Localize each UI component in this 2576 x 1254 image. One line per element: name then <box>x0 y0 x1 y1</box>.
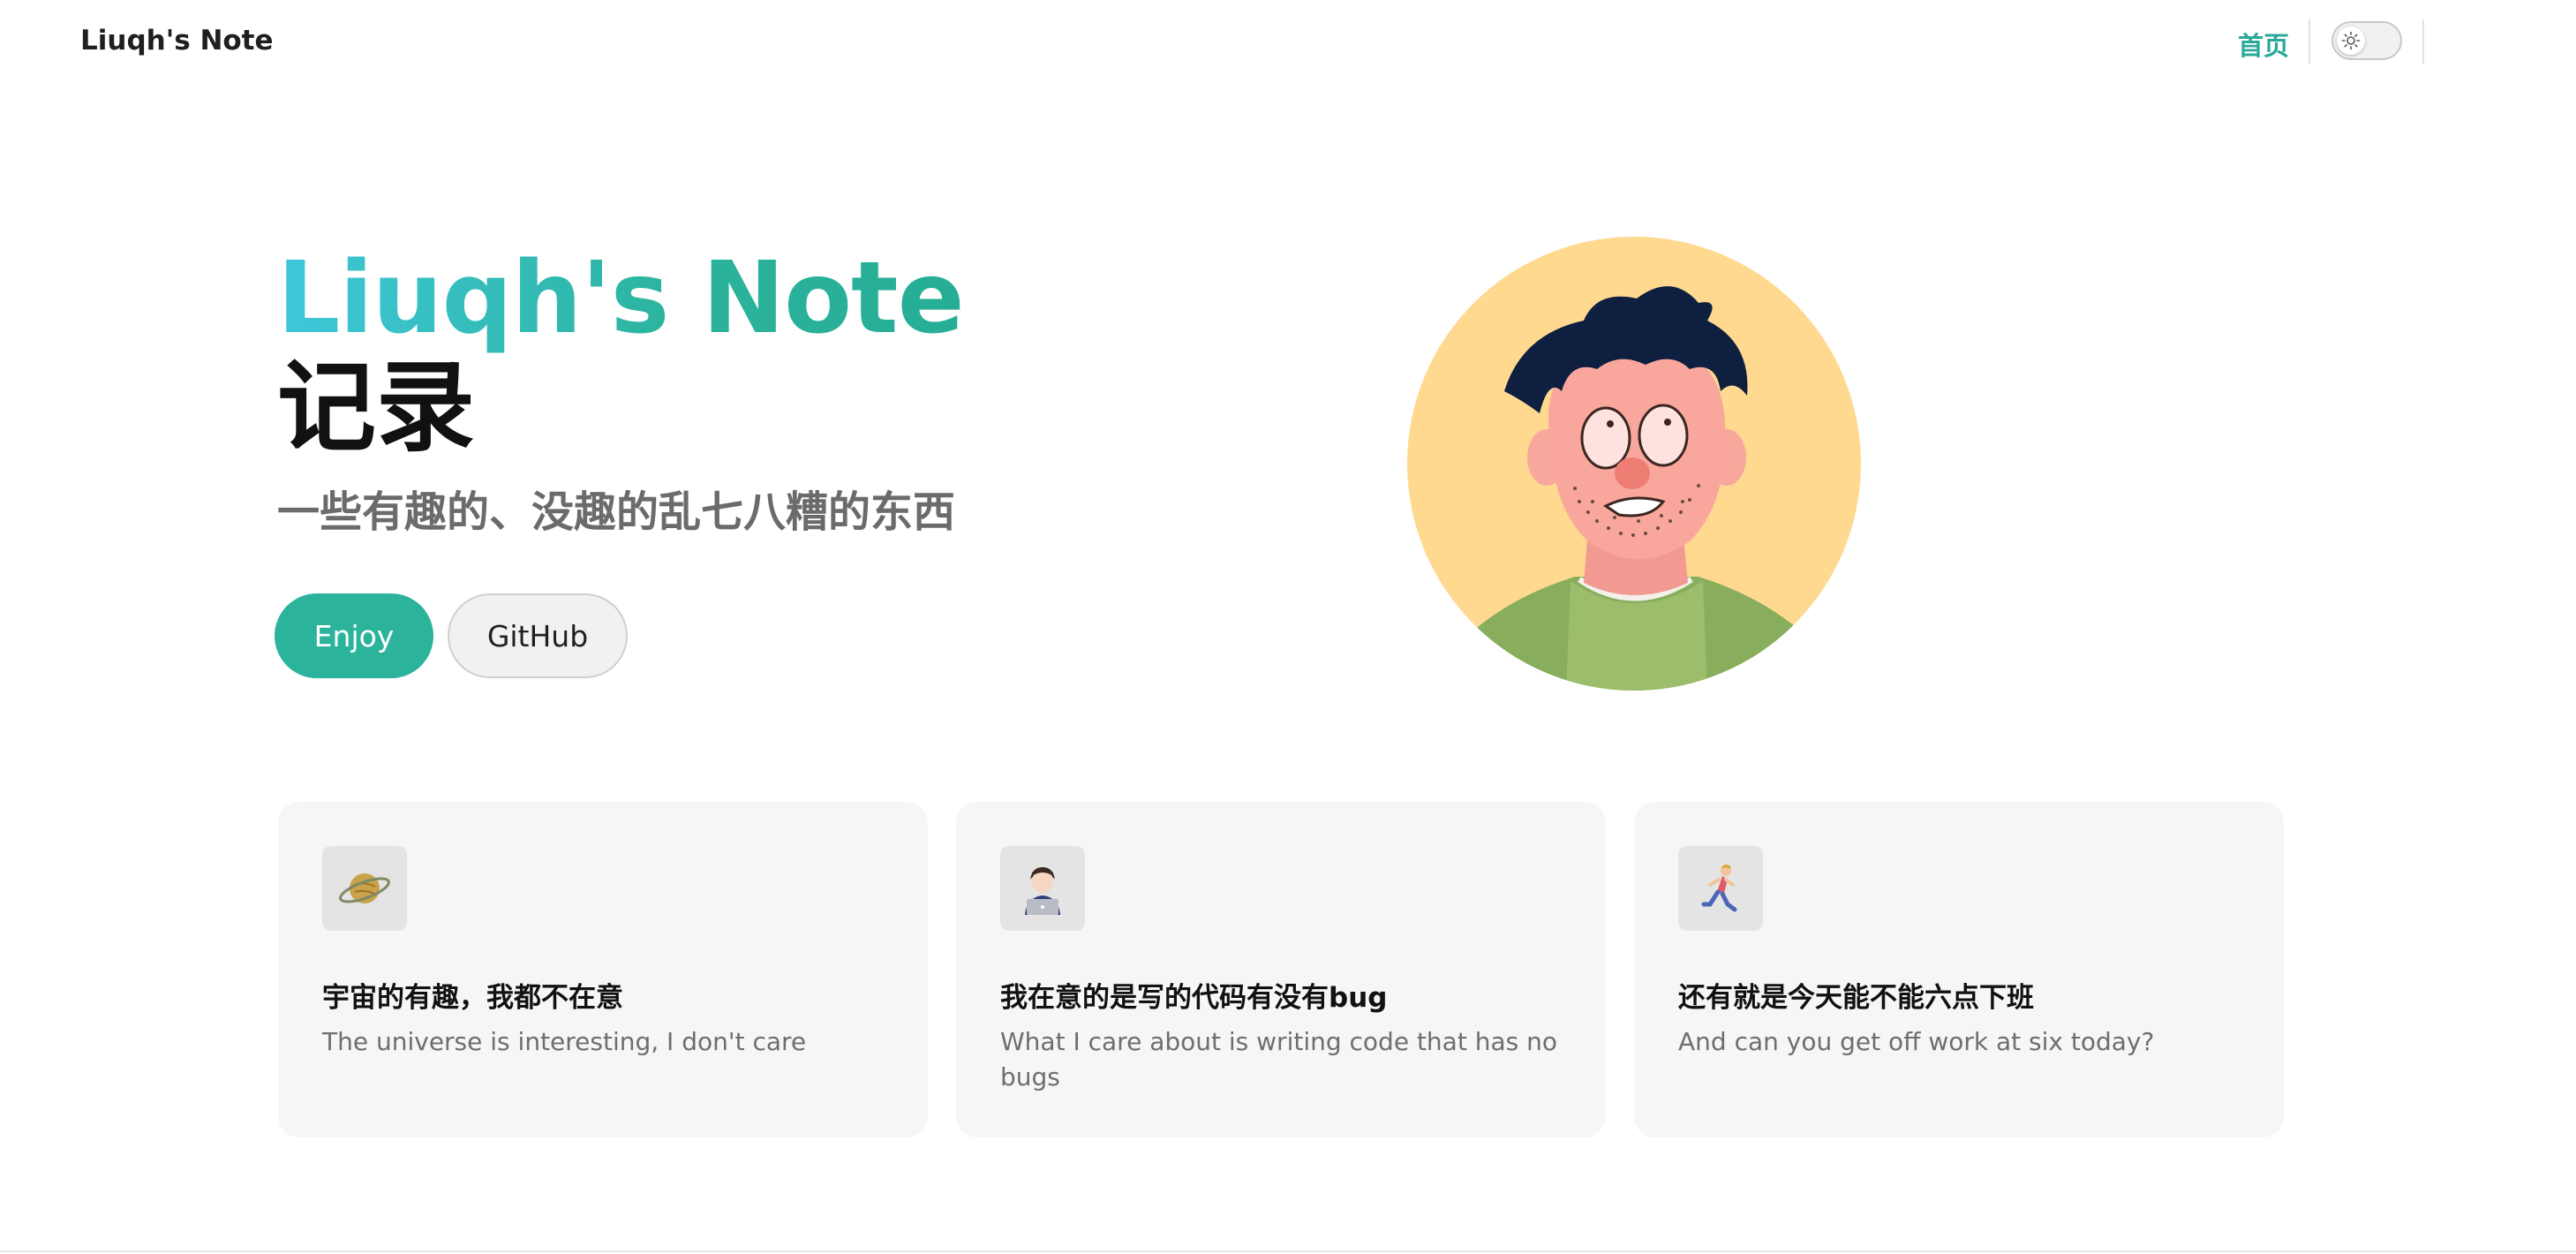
feature-description: The universe is interesting, I don't car… <box>322 1027 807 1056</box>
github-button[interactable]: GitHub <box>448 593 628 678</box>
nav-divider <box>2422 19 2424 64</box>
hero-title: Liuqh's Note <box>277 237 965 360</box>
planet-icon <box>322 846 407 931</box>
feature-card: 还有就是今天能不能六点下班 And can you get off work a… <box>1634 802 2284 1137</box>
top-nav: Liuqh's Note 首页 <box>0 0 2576 87</box>
developer-icon <box>1000 846 1085 931</box>
nav-home-link[interactable]: 首页 <box>2238 26 2289 63</box>
feature-card: 我在意的是写的代码有没有bug What I care about is wri… <box>956 802 1606 1137</box>
feature-description: And can you get off work at six today? <box>1678 1027 2155 1056</box>
nav-divider <box>2309 19 2310 64</box>
feature-description: What I care about is writing code that h… <box>1000 1027 1557 1092</box>
theme-toggle[interactable] <box>2331 21 2402 60</box>
hero-subtitle: 记录 <box>277 351 475 465</box>
sun-icon <box>2337 26 2365 55</box>
feature-title: 宇宙的有趣，我都不在意 <box>322 982 623 1014</box>
feature-title: 我在意的是写的代码有没有bug <box>1000 982 1388 1014</box>
site-brand[interactable]: Liuqh's Note <box>80 25 274 57</box>
runner-icon <box>1678 846 1763 931</box>
feature-card: 宇宙的有趣，我都不在意 The universe is interesting,… <box>278 802 928 1137</box>
footer-divider <box>0 1250 2576 1252</box>
avatar <box>1407 237 1861 691</box>
enjoy-button[interactable]: Enjoy <box>275 593 433 678</box>
feature-title: 还有就是今天能不能六点下班 <box>1678 982 2034 1014</box>
hero-tagline: 一些有趣的、没趣的乱七八糟的东西 <box>277 487 956 537</box>
avatar-illustration-icon <box>1451 286 1822 691</box>
